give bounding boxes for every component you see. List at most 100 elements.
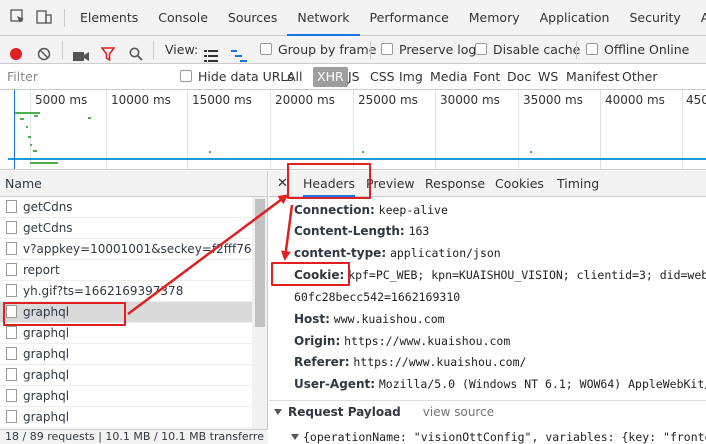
timeline-tick-label: 20000 ms: [275, 93, 335, 107]
highlight-box-graphql: [3, 302, 126, 326]
type-filter-font[interactable]: Font: [473, 64, 500, 90]
timeline-tick-label: 40000 ms: [605, 93, 665, 107]
filter-input[interactable]: Filter: [7, 64, 38, 90]
header-value: 60fc28becc542=1662169310: [294, 290, 461, 304]
tab-sources[interactable]: Sources: [218, 0, 287, 36]
request-row[interactable]: getCdns: [0, 218, 252, 239]
timeline-request-bar: [26, 126, 28, 128]
request-name: graphql: [23, 326, 70, 340]
type-filter-all[interactable]: All: [287, 64, 303, 90]
file-icon: [6, 284, 17, 297]
request-row[interactable]: graphql: [0, 365, 252, 386]
headers-panel: Connection: keep-alive Content-Length: 1…: [269, 197, 706, 444]
tab-cookies[interactable]: Cookies: [495, 171, 544, 197]
tab-security[interactable]: Security: [619, 0, 690, 36]
header-value: https://www.kuaishou.com: [344, 334, 511, 348]
filter-funnel-icon[interactable]: [100, 43, 116, 62]
screenshot-camera-icon[interactable]: [73, 44, 89, 61]
request-row[interactable]: v?appkey=10001001&seckey=f2fff761c551: [0, 239, 252, 260]
view-source-link[interactable]: view source: [423, 405, 494, 419]
payload-preview: {operationName: "visionOttConfig", varia…: [303, 430, 706, 444]
type-filter-img[interactable]: Img: [399, 64, 423, 90]
request-row[interactable]: graphql: [0, 407, 252, 428]
tab-preview[interactable]: Preview: [366, 171, 415, 197]
request-payload-title: Request Payload: [288, 405, 401, 419]
hide-data-urls-checkbox[interactable]: Hide data URLs: [180, 64, 294, 90]
tab-response[interactable]: Response: [425, 171, 485, 197]
request-payload-section[interactable]: Request Payload view source: [269, 400, 706, 422]
type-filter-xhr[interactable]: XHR: [313, 67, 348, 87]
highlight-box-headers-tab: [287, 163, 371, 199]
request-row[interactable]: getCdns: [0, 197, 252, 218]
file-icon: [6, 221, 17, 234]
type-filter-css[interactable]: CSS: [370, 64, 395, 90]
timeline-request-bar: [88, 117, 91, 119]
header-value: Mozilla/5.0 (Windows NT 6.1; WOW64) Appl…: [378, 377, 706, 391]
disable-cache-checkbox[interactable]: Disable cache: [475, 36, 580, 64]
request-row[interactable]: graphql: [0, 386, 252, 407]
toolbar-divider: [576, 41, 577, 59]
timeline-tick-label: 10000 ms: [111, 93, 171, 107]
header-row-content-length: Content-Length: 163: [294, 224, 429, 238]
request-row[interactable]: graphql: [0, 344, 252, 365]
tab-memory[interactable]: Memory: [459, 0, 530, 36]
timeline-tick-label: 30000 ms: [440, 93, 500, 107]
request-list-scrollbar[interactable]: [252, 197, 268, 429]
file-icon: [6, 389, 17, 402]
group-by-frame-checkbox[interactable]: Group by frame: [260, 36, 376, 64]
type-filter-manifest[interactable]: Manifest: [566, 64, 619, 90]
type-filter-other[interactable]: Other: [622, 64, 658, 90]
device-toolbar-icon[interactable]: [36, 9, 52, 25]
filter-bar: Filter Hide data URLs All XHR JS CSS Img…: [0, 64, 706, 90]
tab-timing[interactable]: Timing: [557, 171, 599, 197]
header-value: https://www.kuaishou.com/: [353, 355, 527, 369]
tab-elements[interactable]: Elements: [70, 0, 148, 36]
type-filter-doc[interactable]: Doc: [507, 64, 531, 90]
offline-label: Offline: [604, 42, 646, 57]
request-name: report: [23, 263, 60, 277]
waterfall-overview-icon[interactable]: [231, 44, 247, 62]
timeline-request-bar: [30, 162, 58, 164]
request-row[interactable]: graphql: [0, 323, 252, 344]
request-name: graphql: [23, 347, 70, 361]
type-filter-media[interactable]: Media: [430, 64, 468, 90]
type-filter-js[interactable]: JS: [348, 64, 360, 90]
request-row[interactable]: report: [0, 260, 252, 281]
inspect-element-icon[interactable]: [10, 9, 26, 25]
hide-data-urls-label: Hide data URLs: [198, 69, 294, 84]
name-column-header[interactable]: Name: [0, 171, 268, 197]
network-overview-timeline[interactable]: 5000 ms 10000 ms 15000 ms 20000 ms 25000…: [0, 90, 706, 170]
preserve-log-checkbox[interactable]: Preserve log: [381, 36, 476, 64]
tab-performance[interactable]: Performance: [360, 0, 459, 36]
request-name: v?appkey=10001001&seckey=f2fff761c551: [23, 242, 252, 256]
expand-triangle-icon[interactable]: [291, 434, 299, 440]
type-filter-ws[interactable]: WS: [538, 64, 558, 90]
tab-console[interactable]: Console: [148, 0, 218, 36]
header-value: application/json: [389, 246, 501, 260]
record-icon[interactable]: [9, 43, 23, 60]
timeline-request-bar: [30, 144, 32, 146]
devtools-tabbar: Elements Console Sources Network Perform…: [0, 0, 706, 36]
tab-audits[interactable]: Audits: [691, 0, 706, 36]
timeline-request-bar: [20, 118, 24, 120]
tab-network[interactable]: Network: [287, 0, 360, 36]
large-rows-icon[interactable]: [204, 44, 218, 62]
header-name: content-type:: [294, 246, 387, 260]
header-value: 163: [408, 224, 430, 238]
header-name: Host:: [294, 312, 330, 326]
search-icon[interactable]: [129, 43, 143, 61]
header-row-referer: Referer: https://www.kuaishou.com/: [294, 355, 526, 369]
header-row-connection: Connection: keep-alive: [294, 203, 448, 217]
payload-preview-row[interactable]: {operationName: "visionOttConfig", varia…: [291, 430, 706, 444]
request-row[interactable]: yh.gif?ts=1662169397378: [0, 281, 252, 302]
clear-icon[interactable]: [37, 43, 51, 61]
throttling-select[interactable]: Online: [649, 36, 689, 64]
timeline-tick-label: 450: [686, 93, 706, 107]
tab-application[interactable]: Application: [530, 0, 620, 36]
expand-triangle-icon[interactable]: [274, 409, 282, 415]
toolbar-divider: [64, 9, 65, 27]
header-value: keep-alive: [378, 203, 448, 217]
offline-checkbox[interactable]: Offline: [586, 36, 645, 64]
scrollbar-thumb[interactable]: [255, 199, 265, 327]
request-name: graphql: [23, 410, 70, 424]
